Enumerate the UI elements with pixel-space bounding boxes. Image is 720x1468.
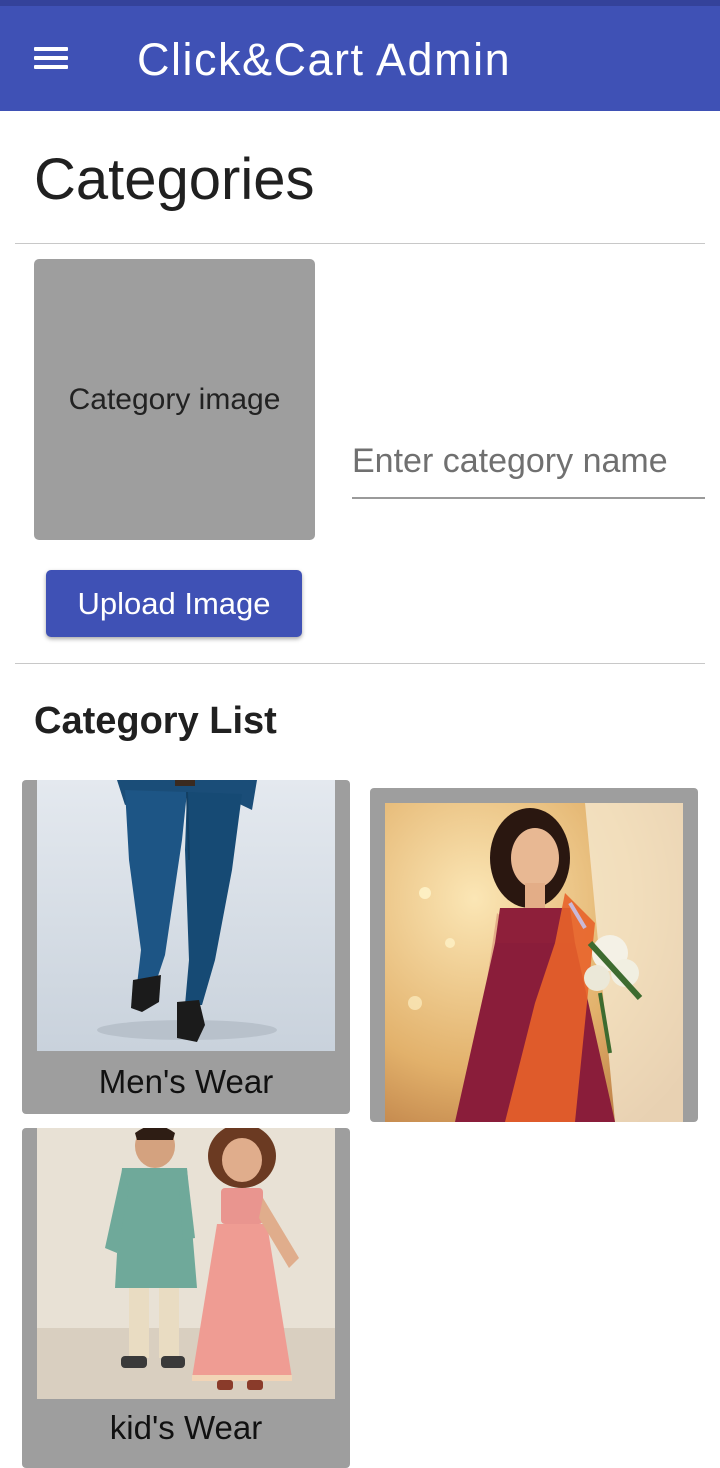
divider [15, 663, 705, 664]
category-card-2[interactable] [370, 788, 698, 1122]
category-card-mens-wear[interactable]: Men's Wear [22, 780, 350, 1114]
app-bar: Click&Cart Admin [0, 6, 720, 111]
category-image [385, 803, 683, 1122]
category-image-label: Category image [68, 382, 281, 416]
category-list-title: Category List [34, 700, 277, 742]
category-image [37, 780, 335, 1051]
divider [15, 243, 705, 244]
hamburger-menu-icon[interactable] [34, 45, 70, 71]
category-label: kid's Wear [109, 1409, 263, 1446]
category-image [37, 1128, 335, 1399]
app-title: Click&Cart Admin [137, 34, 512, 85]
category-image-placeholder[interactable]: Category image [34, 259, 315, 540]
category-label: Men's Wear [98, 1063, 274, 1100]
upload-image-button[interactable]: Upload Image [46, 570, 302, 637]
category-card-kids-wear[interactable]: kid's Wear [22, 1128, 350, 1468]
category-name-input[interactable] [352, 425, 705, 499]
page-title: Categories [34, 147, 315, 212]
